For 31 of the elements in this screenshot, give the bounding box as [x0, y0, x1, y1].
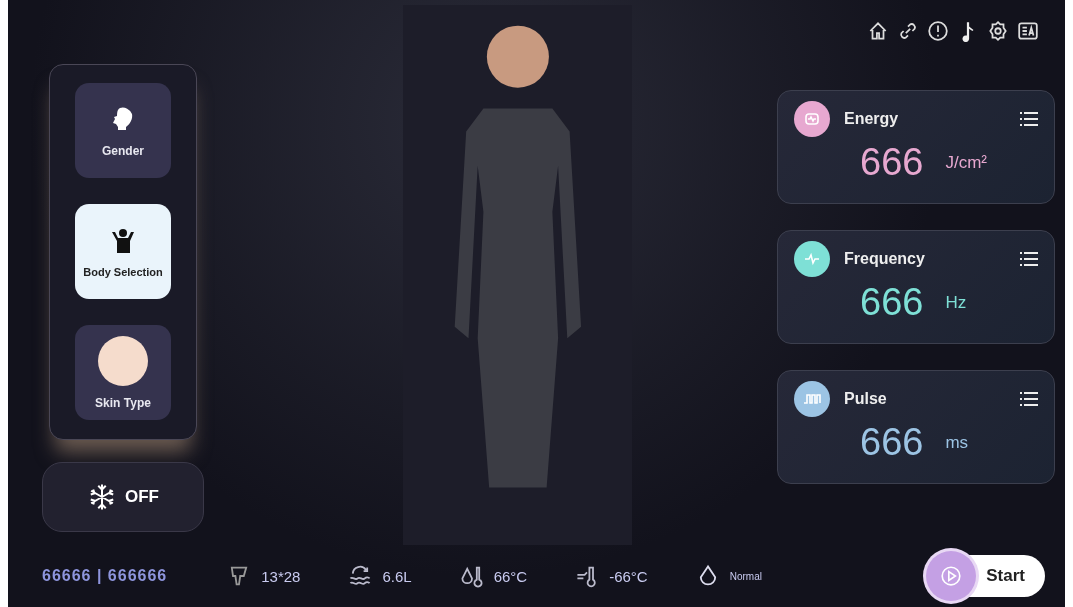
play-icon — [926, 551, 977, 601]
parameter-value: 666 — [860, 421, 924, 464]
list-menu-icon[interactable] — [1020, 252, 1038, 266]
parameter-value: 666 — [860, 141, 924, 184]
parameter-name: Pulse — [844, 390, 888, 408]
alert-icon[interactable] — [927, 20, 949, 42]
home-icon[interactable] — [867, 20, 889, 42]
status-reading: 6.6L — [382, 567, 412, 585]
list-menu-icon[interactable] — [1020, 112, 1038, 126]
status-reading: -66°C — [609, 567, 648, 585]
shot-counter: 66666 | 666666 — [42, 567, 168, 585]
parameter-unit: J/cm² — [945, 152, 987, 173]
link-icon[interactable] — [897, 20, 919, 42]
mode-button[interactable]: Gender — [75, 83, 171, 178]
status-reading: Normal — [729, 570, 762, 582]
status-reading: 13*28 — [261, 567, 301, 585]
language-icon[interactable] — [1017, 20, 1039, 42]
drop-thermometer-icon — [459, 564, 484, 588]
skin-tone-swatch — [98, 335, 148, 386]
mode-button[interactable]: Body Selection — [75, 204, 171, 299]
cooling-button[interactable]: OFF — [42, 462, 204, 532]
parameter-unit: Hz — [945, 292, 967, 313]
list-menu-icon[interactable] — [1020, 392, 1038, 406]
water-waves-icon — [348, 564, 373, 588]
parameter-name: Energy — [844, 110, 900, 128]
parameter-unit: ms — [945, 432, 969, 453]
parameter-name: Frequency — [844, 250, 926, 268]
parameter-value: 666 — [860, 281, 924, 324]
status-reading: 66°C — [493, 567, 528, 585]
mode-button[interactable]: Skin Type — [75, 325, 171, 420]
settings-icon[interactable] — [987, 20, 1009, 42]
